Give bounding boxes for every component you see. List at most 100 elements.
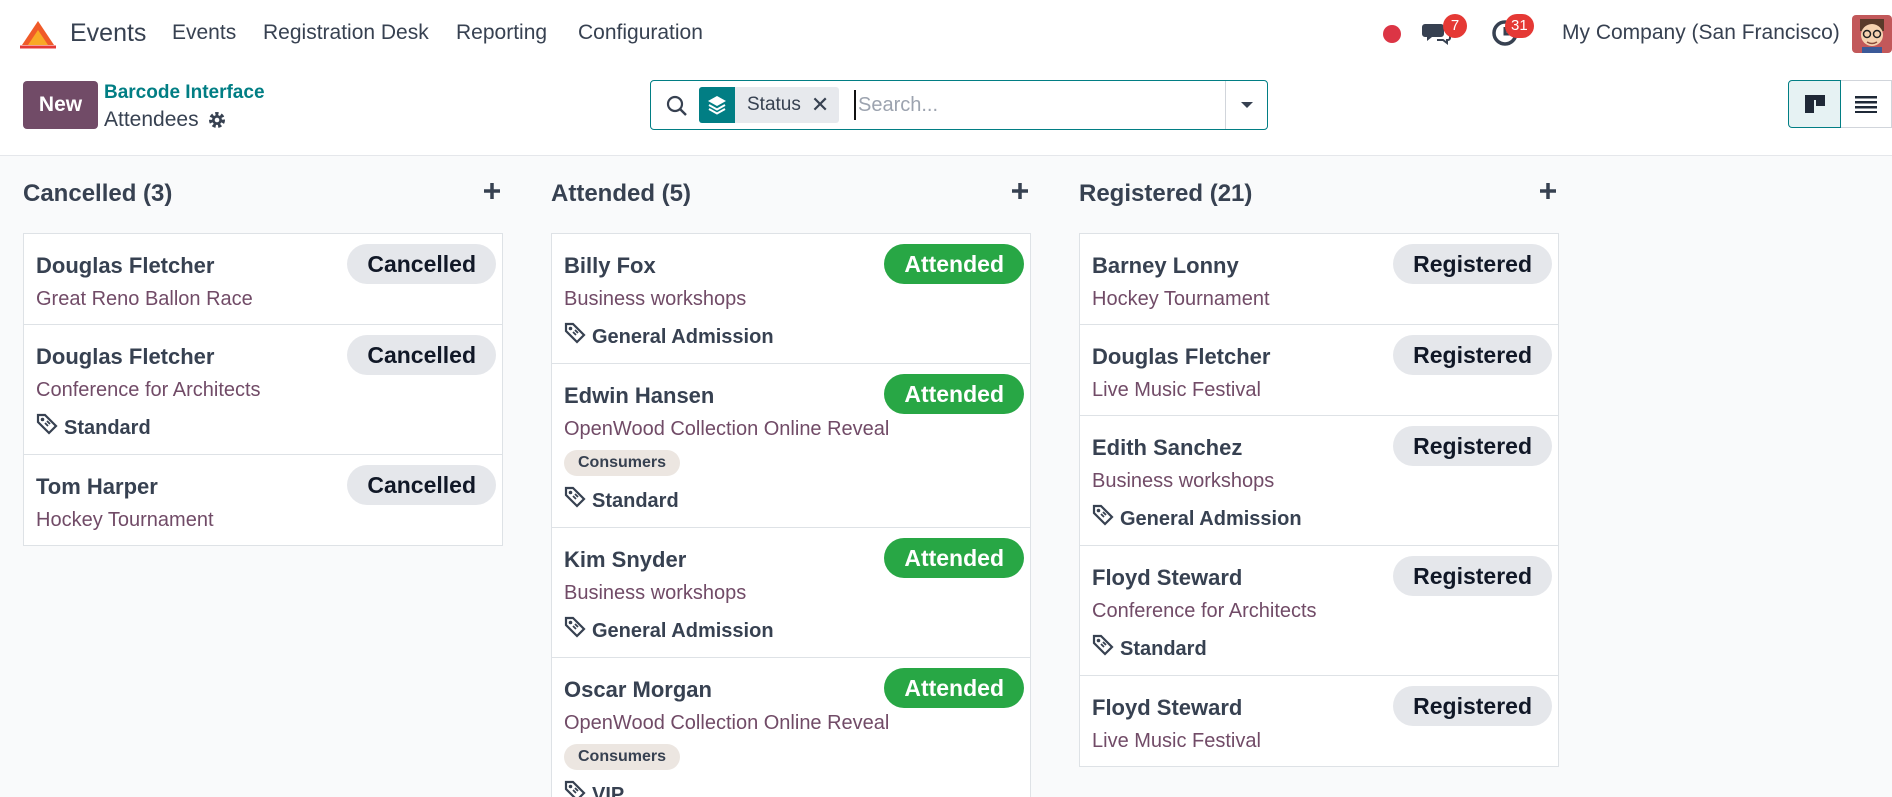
column-header: Attended (5): [551, 156, 1031, 233]
column-header: Registered (21): [1079, 156, 1559, 233]
facet-remove-icon[interactable]: ✕: [811, 87, 839, 123]
status-badge[interactable]: Cancelled: [347, 244, 496, 284]
attendee-card[interactable]: Oscar Morgan OpenWood Collection Online R…: [552, 658, 1030, 797]
status-badge[interactable]: Cancelled: [347, 335, 496, 375]
messages-badge: 7: [1443, 14, 1467, 38]
event-name: Business workshops: [564, 582, 747, 604]
company-switcher[interactable]: My Company (San Francisco): [1562, 21, 1840, 45]
status-badge[interactable]: Registered: [1393, 686, 1552, 726]
attendee-card[interactable]: Floyd Steward Live Music Festival Register…: [1080, 676, 1558, 767]
attendee-card[interactable]: Edith Sanchez Business workshops General A…: [1080, 416, 1558, 546]
ticket-icon: [564, 322, 592, 351]
app-name[interactable]: Events: [70, 19, 146, 48]
list-view-icon: [1855, 96, 1877, 113]
status-badge[interactable]: Registered: [1393, 556, 1552, 596]
search-bar: Status ✕: [650, 80, 1268, 130]
event-name: Business workshops: [1092, 470, 1275, 492]
attendee-card[interactable]: Douglas Fletcher Conference for Architect…: [24, 325, 502, 455]
card-list: Billy Fox Business workshops General Admis…: [551, 233, 1031, 797]
status-badge[interactable]: Registered: [1393, 244, 1552, 284]
event-name: Great Reno Ballon Race: [36, 288, 253, 310]
ticket-label: General Admission: [592, 325, 774, 348]
status-badge[interactable]: Attended: [884, 668, 1024, 708]
event-name: Hockey Tournament: [1092, 288, 1270, 310]
status-badge[interactable]: Cancelled: [347, 465, 496, 505]
kanban-column-registered: Registered (21) Barney Lonny Hockey Tourna…: [1079, 156, 1559, 767]
ticket-icon: [36, 413, 64, 442]
column-header: Cancelled (3): [23, 156, 503, 233]
menu-events[interactable]: Events: [172, 21, 236, 45]
quick-create-plus-icon[interactable]: [1009, 180, 1031, 202]
event-name: OpenWood Collection Online Reveal: [564, 418, 890, 440]
ticket-type: General Admission: [1092, 504, 1546, 533]
ticket-type: General Admission: [564, 616, 1018, 645]
event-name: OpenWood Collection Online Reveal: [564, 712, 890, 734]
breadcrumb-current-attendees: Attendees: [104, 108, 199, 131]
ticket-label: VIP: [592, 783, 625, 797]
ticket-icon: [564, 780, 592, 797]
attendee-card[interactable]: Douglas Fletcher Live Music Festival Regis…: [1080, 325, 1558, 416]
ticket-type: VIP: [564, 780, 1018, 797]
top-navbar: Events Events Registration Desk Reportin…: [0, 0, 1892, 68]
new-button[interactable]: New: [23, 81, 98, 129]
facet-label: Status: [747, 94, 801, 115]
ticket-icon: [564, 616, 592, 645]
kanban-view-icon: [1804, 95, 1825, 113]
search-options-toggle[interactable]: [1225, 81, 1268, 129]
group-by-layers-icon: [699, 87, 735, 123]
attendee-card[interactable]: Barney Lonny Hockey Tournament Registered: [1080, 234, 1558, 325]
event-name: Live Music Festival: [1092, 730, 1261, 752]
ticket-label: General Admission: [1120, 507, 1302, 530]
quick-create-plus-icon[interactable]: [1537, 180, 1559, 202]
column-title[interactable]: Registered (21): [1079, 180, 1252, 208]
kanban-column-cancelled: Cancelled (3) Douglas Fletcher Great Reno …: [23, 156, 503, 546]
attendee-card[interactable]: Floyd Steward Conference for Architects St…: [1080, 546, 1558, 676]
ticket-label: Standard: [592, 489, 679, 512]
ticket-type: Standard: [1092, 634, 1546, 663]
odoo-logo-icon[interactable]: [18, 17, 58, 49]
breadcrumb-barcode-interface[interactable]: Barcode Interface: [104, 82, 265, 104]
event-name: Hockey Tournament: [36, 509, 214, 531]
event-name: Conference for Architects: [36, 379, 261, 401]
kanban-column-attended: Attended (5) Billy Fox Business workshops G…: [551, 156, 1031, 797]
menu-registration-desk[interactable]: Registration Desk: [263, 21, 429, 45]
column-title[interactable]: Cancelled (3): [23, 180, 172, 208]
ticket-type: General Admission: [564, 322, 1018, 351]
ticket-label: General Admission: [592, 619, 774, 642]
card-list: Barney Lonny Hockey Tournament Registered D…: [1079, 233, 1559, 767]
status-badge[interactable]: Registered: [1393, 335, 1552, 375]
gear-icon[interactable]: [207, 110, 227, 130]
activities-badge: 31: [1505, 14, 1534, 38]
ticket-icon: [1092, 504, 1120, 533]
caret-down-icon: [1241, 102, 1253, 108]
attendee-card[interactable]: Douglas Fletcher Great Reno Ballon Race Ca…: [24, 234, 502, 325]
attendee-card[interactable]: Billy Fox Business workshops General Admis…: [552, 234, 1030, 364]
attendee-tag: Consumers: [564, 450, 681, 476]
recording-dot-icon[interactable]: [1383, 25, 1401, 43]
status-badge[interactable]: Attended: [884, 374, 1024, 414]
menu-configuration[interactable]: Configuration: [578, 21, 703, 45]
event-name: Conference for Architects: [1092, 600, 1317, 622]
ticket-type: Standard: [36, 413, 490, 442]
quick-create-plus-icon[interactable]: [481, 180, 503, 202]
event-name: Business workshops: [564, 288, 747, 310]
search-input[interactable]: [854, 90, 1214, 120]
list-view-button[interactable]: [1841, 80, 1892, 128]
search-icon[interactable]: [665, 94, 689, 118]
status-badge[interactable]: Attended: [884, 244, 1024, 284]
user-avatar[interactable]: [1852, 15, 1892, 53]
attendee-card[interactable]: Kim Snyder Business workshops General Admi…: [552, 528, 1030, 658]
kanban-view-button[interactable]: [1788, 80, 1841, 128]
attendee-card[interactable]: Tom Harper Hockey Tournament Cancelled: [24, 455, 502, 546]
status-facet: Status ✕: [699, 87, 839, 123]
menu-reporting[interactable]: Reporting: [456, 21, 547, 45]
attendee-card[interactable]: Edwin Hansen OpenWood Collection Online R…: [552, 364, 1030, 528]
ticket-icon: [564, 486, 592, 515]
column-title[interactable]: Attended (5): [551, 180, 691, 208]
ticket-label: Standard: [64, 416, 151, 439]
status-badge[interactable]: Registered: [1393, 426, 1552, 466]
attendee-tag: Consumers: [564, 744, 681, 770]
event-name: Live Music Festival: [1092, 379, 1261, 401]
status-badge[interactable]: Attended: [884, 538, 1024, 578]
ticket-type: Standard: [564, 486, 1018, 515]
